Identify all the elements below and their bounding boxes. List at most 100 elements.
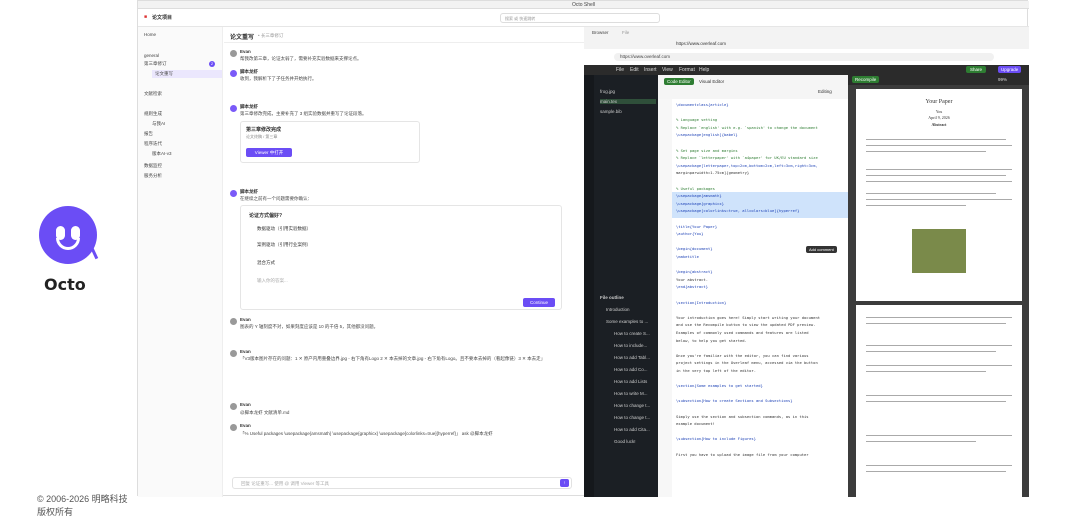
continue-button[interactable]: Continue	[523, 298, 555, 307]
card-title: 第三章修改完成	[246, 127, 282, 133]
open-viewer-button[interactable]: Viewer 中打开	[246, 148, 292, 157]
text-line	[866, 471, 1006, 472]
result-card: 第三章修改完成 论文终稿 / 第三章 Viewer 中打开	[240, 121, 420, 163]
message-text: @脚本龙虾 文献清单.md	[240, 410, 290, 415]
code-line: \documentclass{article}	[676, 102, 729, 107]
menu-edit[interactable]: Edit	[630, 67, 639, 73]
menu-help[interactable]: Help	[699, 67, 709, 73]
question-card: 论证方式偏好? 数据驱动（引用实验数据） 案例驱动（引用行业案例） 混合方式 输…	[240, 205, 562, 310]
add-comment-tooltip[interactable]: Add comment	[806, 246, 837, 253]
outline-item[interactable]: How to change t...	[614, 403, 650, 408]
text-line	[866, 441, 976, 442]
avatar	[230, 190, 237, 197]
code-line: and use the Recompile button to view the…	[676, 322, 816, 328]
outline-item[interactable]: How to add Cita...	[614, 427, 650, 432]
text-line	[866, 199, 1012, 200]
pdf-title: Your Paper	[925, 99, 953, 105]
text-line	[866, 139, 1006, 140]
tab-file[interactable]: File	[622, 30, 629, 35]
frog-image	[912, 229, 966, 273]
chat-subtitle: • 长三章修订	[258, 33, 284, 38]
code-editor-toggle[interactable]: Code Editor	[664, 78, 694, 85]
code-line: \usepackage{amsmath}	[676, 193, 722, 199]
upgrade-button[interactable]: Upgrade	[998, 66, 1022, 73]
window-title: Octo Shell	[138, 1, 1029, 9]
message-author: Evan	[240, 49, 251, 54]
message-text: 帮我改第三章，论证太弱了，需要补充实验数据来支撑论点。	[240, 56, 362, 61]
outline-item[interactable]: How to add Co...	[614, 367, 648, 372]
sidebar-item-general[interactable]: general	[144, 53, 159, 58]
message-text: 「V3版本图片存在的问题：1 ✕ 原产内用重叠边界.jpg - 右下角有Logo…	[240, 356, 546, 361]
overleaf-menubar: File Edit Insert View Format Help Share …	[584, 65, 1029, 75]
message-author: 脚本龙虾	[240, 104, 258, 109]
message-author: Evan	[240, 402, 251, 407]
code-line: \maketitle	[676, 254, 699, 259]
sidebar: Home general 第三章修订 2 论文重写 文献检索 规则生成 与我AI…	[138, 27, 223, 497]
option-1[interactable]: 数据驱动（引用实验数据）	[257, 226, 311, 232]
message-author: Evan	[240, 423, 251, 428]
code-line: % Set page size and margins	[676, 147, 738, 153]
code-editor[interactable]: \documentclass{article} % Language settin…	[658, 99, 848, 497]
page-tab[interactable]: https://www.overleaf.com	[676, 41, 726, 46]
outline-item[interactable]: How to add Tabl...	[614, 355, 650, 360]
outline-item[interactable]: How to include...	[614, 343, 647, 348]
sidebar-item-iteration[interactable]: 程序迭代	[144, 141, 162, 147]
rail	[584, 75, 594, 497]
code-line: in the very top left of the editor.	[676, 368, 757, 373]
option-2[interactable]: 案例驱动（引用行业案例）	[257, 242, 311, 248]
code-line: % Language setting	[676, 117, 718, 123]
message-input[interactable]: 回复 论证重写... 使用 @ 调用 Viewer 等工具	[232, 477, 572, 489]
option-custom-input[interactable]: 输入你的答案...	[257, 278, 288, 284]
menu-format[interactable]: Format	[679, 67, 695, 73]
file-item[interactable]: frog.jpg	[600, 89, 615, 94]
text-line	[866, 345, 1012, 346]
sidebar-item-literature[interactable]: 文献检索	[144, 91, 162, 97]
send-icon[interactable]: ↑	[560, 479, 569, 487]
sidebar-item-rewrite[interactable]: 论文重写	[152, 70, 222, 78]
chat-title: 论文重写	[230, 35, 255, 41]
menu-view[interactable]: View	[662, 67, 673, 73]
pdf-toolbar: Recompile 99%	[848, 75, 1029, 85]
menu-file[interactable]: File	[616, 67, 624, 73]
text-line	[866, 151, 986, 152]
sidebar-item-service[interactable]: 服务分析	[144, 173, 162, 179]
zoom-level[interactable]: 99%	[998, 77, 1007, 82]
url-input[interactable]: https://www.overleaf.com	[614, 53, 994, 61]
outline-item[interactable]: How to change t...	[614, 415, 650, 420]
outline-item[interactable]: Good luck!	[614, 439, 636, 444]
text-line	[866, 435, 1012, 436]
outline-item[interactable]: How to add Lists	[614, 379, 647, 384]
code-line: \subsection{How to create Sections and S…	[676, 398, 793, 404]
avatar	[230, 105, 237, 112]
sidebar-item-home[interactable]: Home	[144, 32, 156, 37]
sidebar-item-report[interactable]: 报告	[144, 131, 153, 137]
sidebar-item-ai[interactable]: 与我AI	[152, 121, 165, 127]
menu-insert[interactable]: Insert	[644, 67, 657, 73]
pdf-preview: Recompile 99% Your Paper You April 9, 20…	[848, 75, 1029, 497]
divider	[224, 42, 584, 43]
code-line: Simply use the section and subsection co…	[676, 413, 809, 419]
tab-browser[interactable]: Browser	[592, 30, 609, 35]
avatar	[230, 424, 237, 431]
sidebar-item-rules[interactable]: 规则生成	[144, 111, 162, 117]
file-item-active[interactable]: main.tex	[600, 99, 656, 104]
editing-dropdown[interactable]: Editing	[818, 89, 832, 94]
project-name[interactable]: 论文项目	[152, 14, 172, 21]
recompile-button[interactable]: Recompile	[852, 76, 880, 83]
file-item[interactable]: sample.bib	[600, 109, 622, 114]
outline-item[interactable]: How to create S...	[614, 331, 650, 336]
option-3[interactable]: 混合方式	[257, 260, 275, 266]
code-line: \author{You}	[676, 231, 704, 237]
message-text: 第三章修改完成，主要补充了 3 组实验数据并重写了论证段落。	[240, 111, 367, 116]
visual-editor-toggle[interactable]: Visual Editor	[696, 78, 727, 85]
sidebar-item-chapter3[interactable]: 第三章修订	[144, 61, 167, 67]
outline-item[interactable]: Some examples to ...	[606, 319, 648, 324]
outline-item[interactable]: Introduction	[606, 307, 630, 312]
sidebar-item-monitor[interactable]: 数据监控	[144, 163, 162, 169]
message-text: 「% Useful packages \usepackage{amsmath} …	[240, 431, 493, 436]
search-input[interactable]: 搜索 或 快速跳转	[500, 13, 660, 23]
outline-title[interactable]: File outline	[600, 295, 624, 300]
outline-item[interactable]: How to write M...	[614, 391, 648, 396]
sidebar-item-version[interactable]: 版本AI-v3	[152, 151, 172, 157]
share-button[interactable]: Share	[966, 66, 987, 73]
